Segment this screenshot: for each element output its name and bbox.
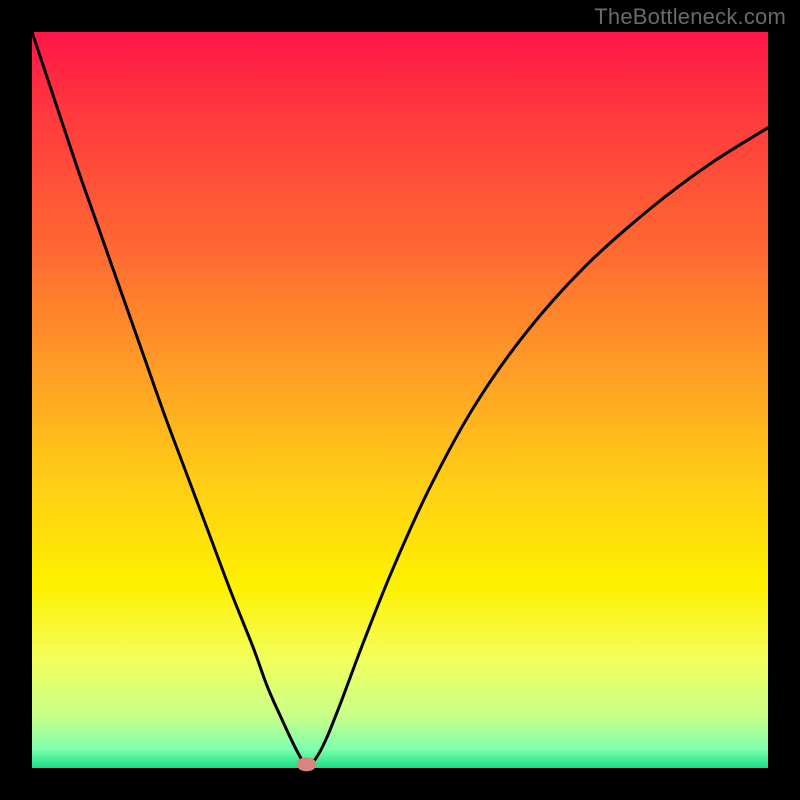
chart-frame: TheBottleneck.com	[0, 0, 800, 800]
bottleneck-chart	[0, 0, 800, 800]
minimum-marker	[297, 757, 317, 771]
plot-background	[32, 32, 768, 768]
watermark-text: TheBottleneck.com	[594, 4, 786, 30]
